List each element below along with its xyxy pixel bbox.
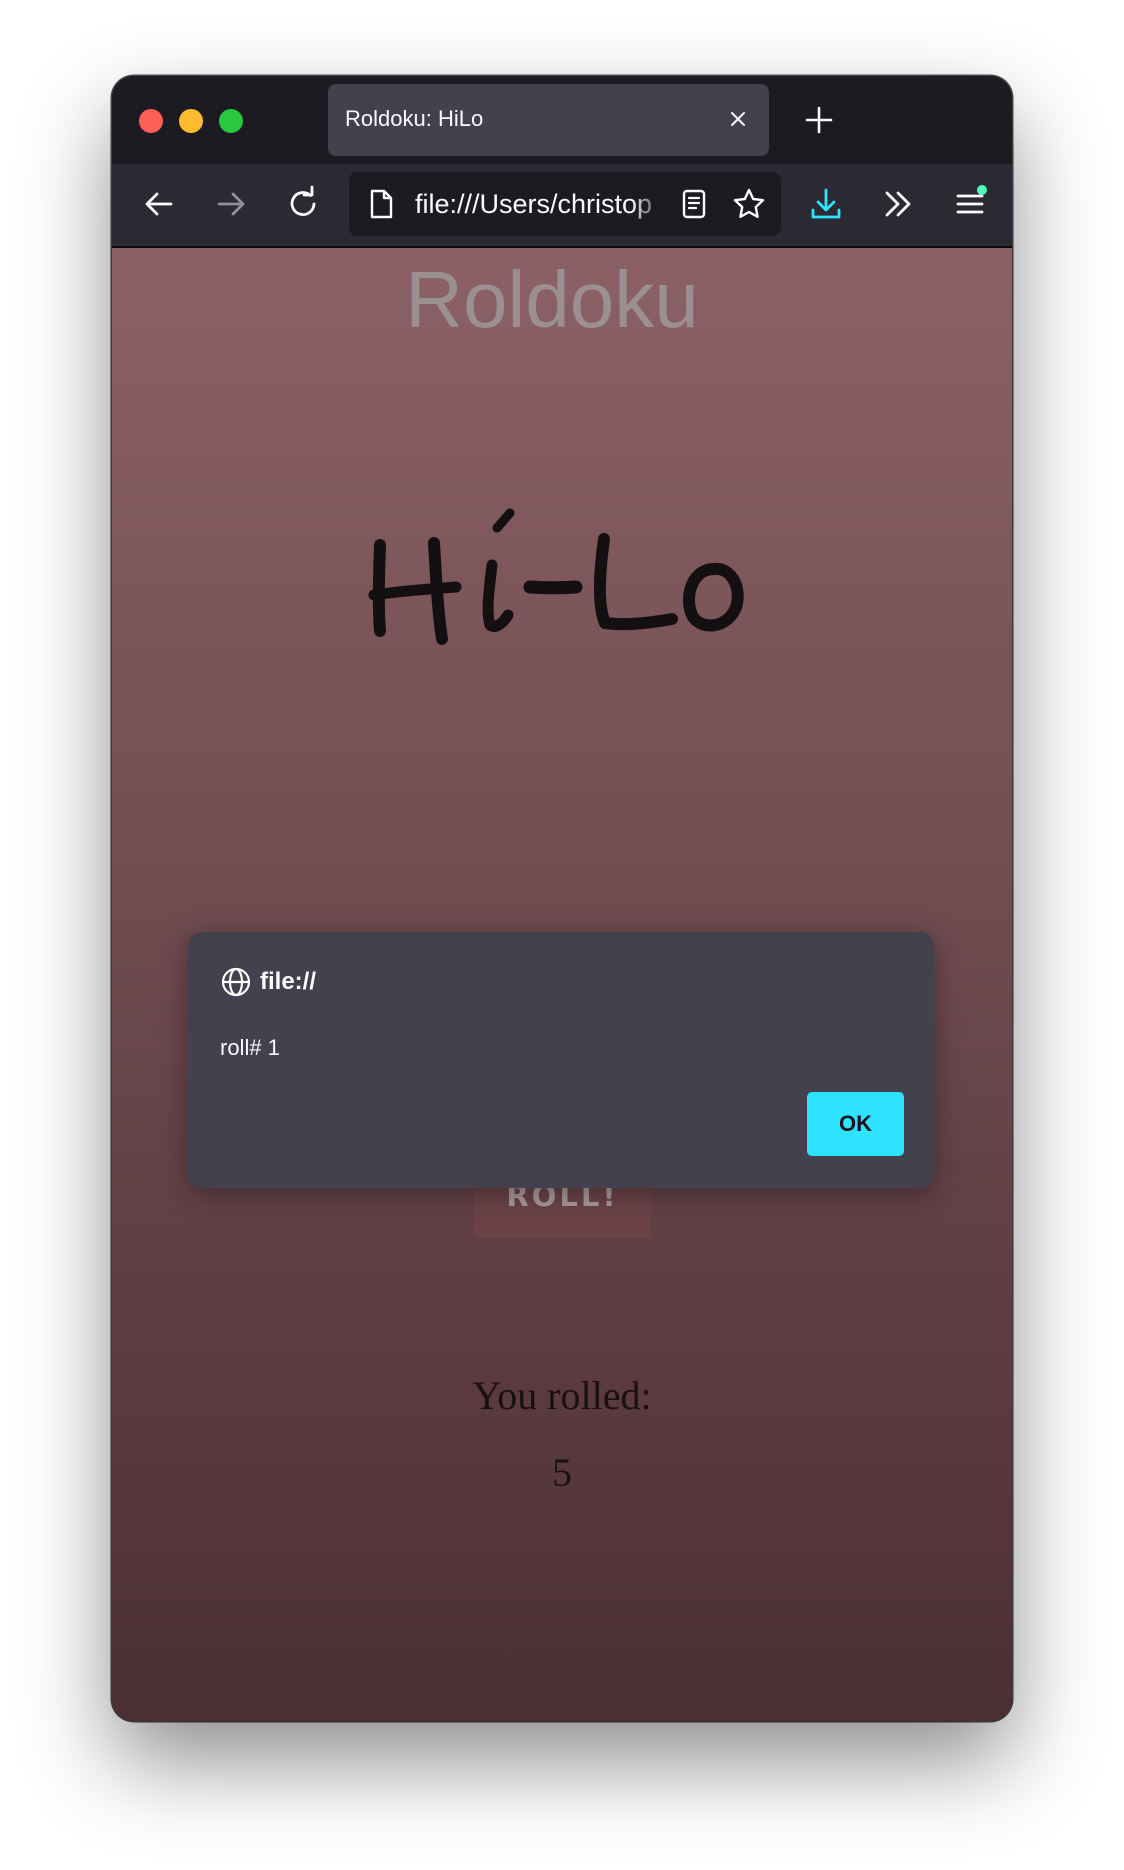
close-icon[interactable]: [725, 106, 751, 132]
page-icon: [370, 189, 393, 219]
star-icon[interactable]: [731, 186, 767, 222]
close-window-button[interactable]: [139, 109, 163, 133]
page-content: Roldoku ROLL! You rolled: 5 file:// roll…: [112, 248, 1012, 1721]
tab-active[interactable]: Roldoku: HiLo: [328, 84, 769, 156]
browser-window: Roldoku: HiLo file:///Users/christop Rol…: [112, 76, 1012, 1721]
rolled-label: You rolled:: [472, 1373, 652, 1418]
dialog-origin: file://: [260, 968, 317, 995]
arrow-right-icon[interactable]: [211, 184, 251, 224]
url-text[interactable]: file:///Users/christop: [415, 189, 661, 220]
dialog-message: roll# 1: [220, 1035, 280, 1060]
globe-icon: [221, 967, 251, 997]
hamburger-menu-icon[interactable]: [950, 184, 990, 224]
ok-button[interactable]: OK: [807, 1092, 904, 1156]
arrow-left-icon[interactable]: [139, 184, 179, 224]
plus-icon[interactable]: [798, 99, 840, 141]
tab-strip: Roldoku: HiLo: [112, 76, 1012, 164]
navigation-toolbar: file:///Users/christop: [112, 164, 1012, 248]
site-title: Roldoku: [405, 255, 699, 344]
reload-icon[interactable]: [283, 184, 323, 224]
hilo-logo: [368, 508, 744, 645]
chevrons-right-icon[interactable]: [878, 184, 918, 224]
rolled-value: 5: [552, 1450, 572, 1495]
url-fade: [631, 180, 665, 228]
reader-view-icon[interactable]: [677, 187, 711, 221]
zoom-window-button[interactable]: [219, 109, 243, 133]
minimize-window-button[interactable]: [179, 109, 203, 133]
alert-dialog: file:// roll# 1 OK: [188, 932, 934, 1188]
download-icon[interactable]: [806, 184, 846, 224]
tab-title: Roldoku: HiLo: [345, 106, 484, 131]
url-bar[interactable]: file:///Users/christop: [349, 172, 781, 236]
